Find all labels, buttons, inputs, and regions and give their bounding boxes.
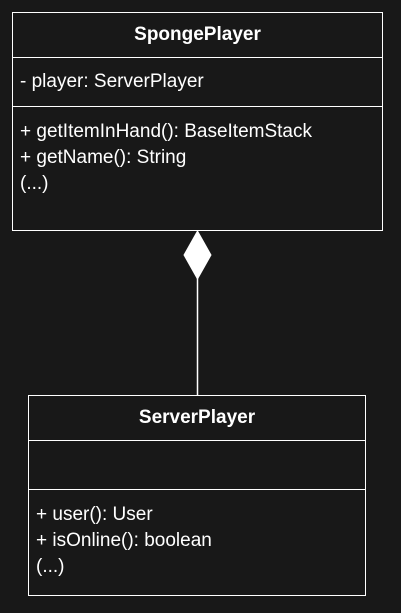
attributes-section-server-player [29,441,365,490]
method-item: + getName(): String [20,147,187,168]
class-name-sponge-player: SpongePlayer [13,13,382,58]
attribute-item: - player: ServerPlayer [20,71,204,92]
method-item: (...) [20,173,49,194]
method-item: + getItemInHand(): BaseItemStack [20,121,312,142]
composition-diamond-icon [183,229,212,281]
method-item: + user(): User [36,504,153,525]
method-item: (...) [36,556,65,577]
methods-section-server-player: + user(): User + isOnline(): boolean (..… [29,490,365,580]
method-item: + isOnline(): boolean [36,530,212,551]
class-name-server-player: ServerPlayer [29,396,365,441]
attributes-section-sponge-player: - player: ServerPlayer [13,58,382,107]
class-box-server-player[interactable]: ServerPlayer + user(): User + isOnline()… [28,395,366,596]
class-box-sponge-player[interactable]: SpongePlayer - player: ServerPlayer + ge… [12,12,383,231]
methods-section-sponge-player: + getItemInHand(): BaseItemStack + getNa… [13,107,382,197]
